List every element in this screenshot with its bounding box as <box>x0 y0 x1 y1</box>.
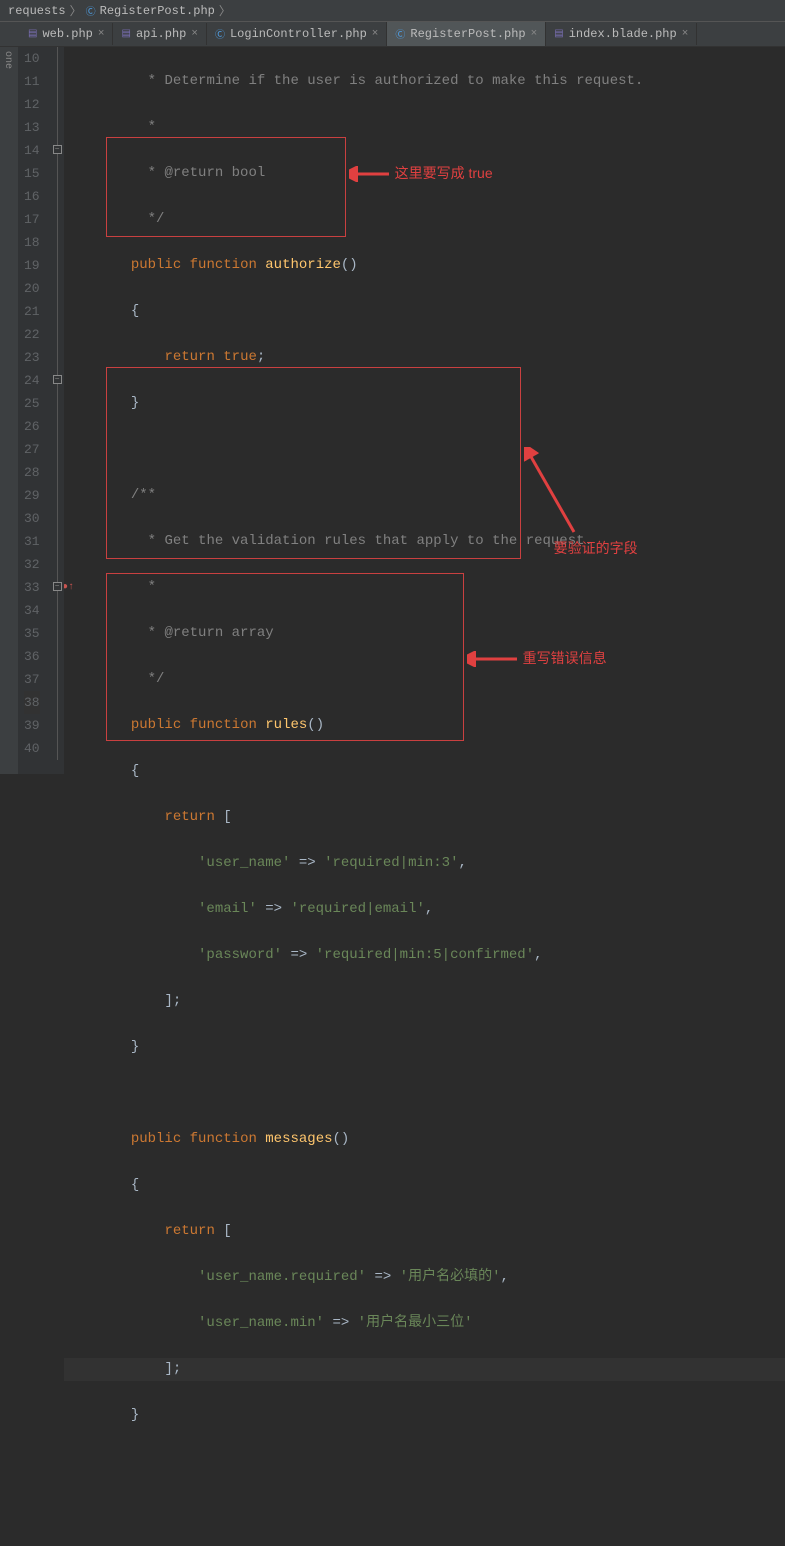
comment-text: * @return bool <box>139 165 265 181</box>
annotation-arrow: 重写错误信息 <box>467 647 607 670</box>
keyword: function <box>190 257 257 273</box>
function-name: rules <box>265 717 307 733</box>
string: '用户名最小三位' <box>358 1315 473 1331</box>
brace: { <box>131 763 139 779</box>
string: 'required|email' <box>290 901 424 917</box>
comment-text: * Determine if the user is authorized to… <box>139 73 643 89</box>
comment-text: * <box>139 579 156 595</box>
close-icon[interactable]: × <box>98 28 105 40</box>
breadcrumb-separator: 〉 <box>70 2 82 19</box>
breadcrumb-separator: 〉 <box>219 2 231 19</box>
comment-text: */ <box>139 211 164 227</box>
fold-toggle-icon[interactable]: − <box>53 375 62 384</box>
comment-text: * Get the validation rules that apply to… <box>139 533 593 549</box>
code-text: ]; <box>164 993 181 1009</box>
class-file-icon: Ⓒ <box>215 26 225 42</box>
tab-index-blade[interactable]: ▤ index.blade.php × <box>546 23 697 45</box>
fold-toggle-icon[interactable]: − <box>53 145 62 154</box>
tab-label: api.php <box>136 27 186 41</box>
comment-text: * <box>139 119 156 135</box>
string: 'required|min:5|confirmed' <box>316 947 534 963</box>
comment-text: /** <box>131 487 156 503</box>
code-text: [ <box>215 809 232 825</box>
keyword: public <box>131 1131 181 1147</box>
code-text: [ <box>215 1223 232 1239</box>
function-name: messages <box>265 1131 332 1147</box>
tab-label: RegisterPost.php <box>410 27 525 41</box>
php-file-icon: ▤ <box>28 28 37 40</box>
keyword: public <box>131 257 181 273</box>
code-editor[interactable]: one 10111213 14151617 18192021 22232425 … <box>0 47 785 774</box>
tab-register-post[interactable]: Ⓒ RegisterPost.php × <box>387 22 546 46</box>
side-panel-label: one <box>0 47 18 774</box>
brace: } <box>131 1407 139 1423</box>
keyword: return <box>164 1223 214 1239</box>
comment-text: */ <box>139 671 164 687</box>
keyword: return <box>164 809 214 825</box>
fold-toggle-icon[interactable]: − <box>53 582 62 591</box>
keyword: function <box>190 717 257 733</box>
brace: } <box>131 395 139 411</box>
string: 'user_name' <box>198 855 290 871</box>
function-name: authorize <box>265 257 341 273</box>
class-file-icon: Ⓒ <box>395 26 405 42</box>
breadcrumb: requests 〉 Ⓒ RegisterPost.php 〉 <box>0 0 785 22</box>
keyword: return <box>164 349 214 365</box>
tab-label: LoginController.php <box>230 27 367 41</box>
string: 'user_name.min' <box>198 1315 324 1331</box>
code-area[interactable]: * Determine if the user is authorized to… <box>64 47 785 774</box>
tab-web-php[interactable]: ▤ web.php × <box>20 23 113 45</box>
string: 'password' <box>198 947 282 963</box>
tab-login-controller[interactable]: Ⓒ LoginController.php × <box>207 22 387 46</box>
php-file-icon: ▤ <box>121 28 130 40</box>
code-text: ; <box>257 349 265 365</box>
keyword: function <box>190 1131 257 1147</box>
keyword: public <box>131 717 181 733</box>
close-icon[interactable]: × <box>191 28 198 40</box>
code-text: () <box>333 1131 350 1147</box>
brace: } <box>131 1039 139 1055</box>
editor-tabs: ▤ web.php × ▤ api.php × Ⓒ LoginControlle… <box>0 22 785 47</box>
string: 'required|min:3' <box>324 855 458 871</box>
code-text: () <box>307 717 324 733</box>
string: 'user_name.required' <box>198 1269 366 1285</box>
breadcrumb-item[interactable]: requests <box>8 4 66 18</box>
keyword: true <box>223 349 257 365</box>
close-icon[interactable]: × <box>682 28 689 40</box>
tab-label: index.blade.php <box>569 27 677 41</box>
tab-api-php[interactable]: ▤ api.php × <box>113 23 206 45</box>
line-gutter: 10111213 14151617 18192021 22232425 2627… <box>18 47 50 774</box>
string: '用户名必填的' <box>400 1269 501 1285</box>
tab-label: web.php <box>42 27 92 41</box>
comment-text: * @return array <box>139 625 273 641</box>
brace: { <box>131 303 139 319</box>
breadcrumb-item[interactable]: RegisterPost.php <box>100 4 215 18</box>
php-file-icon: ▤ <box>554 28 563 40</box>
brace: { <box>131 1177 139 1193</box>
fold-column[interactable]: − − − <box>50 47 64 774</box>
annotation-text: 重写错误信息 <box>523 647 607 670</box>
close-icon[interactable]: × <box>372 28 379 40</box>
close-icon[interactable]: × <box>531 28 538 40</box>
code-text: ]; <box>164 1361 181 1377</box>
string: 'email' <box>198 901 257 917</box>
code-text: () <box>341 257 358 273</box>
class-icon: Ⓒ <box>86 3 96 19</box>
